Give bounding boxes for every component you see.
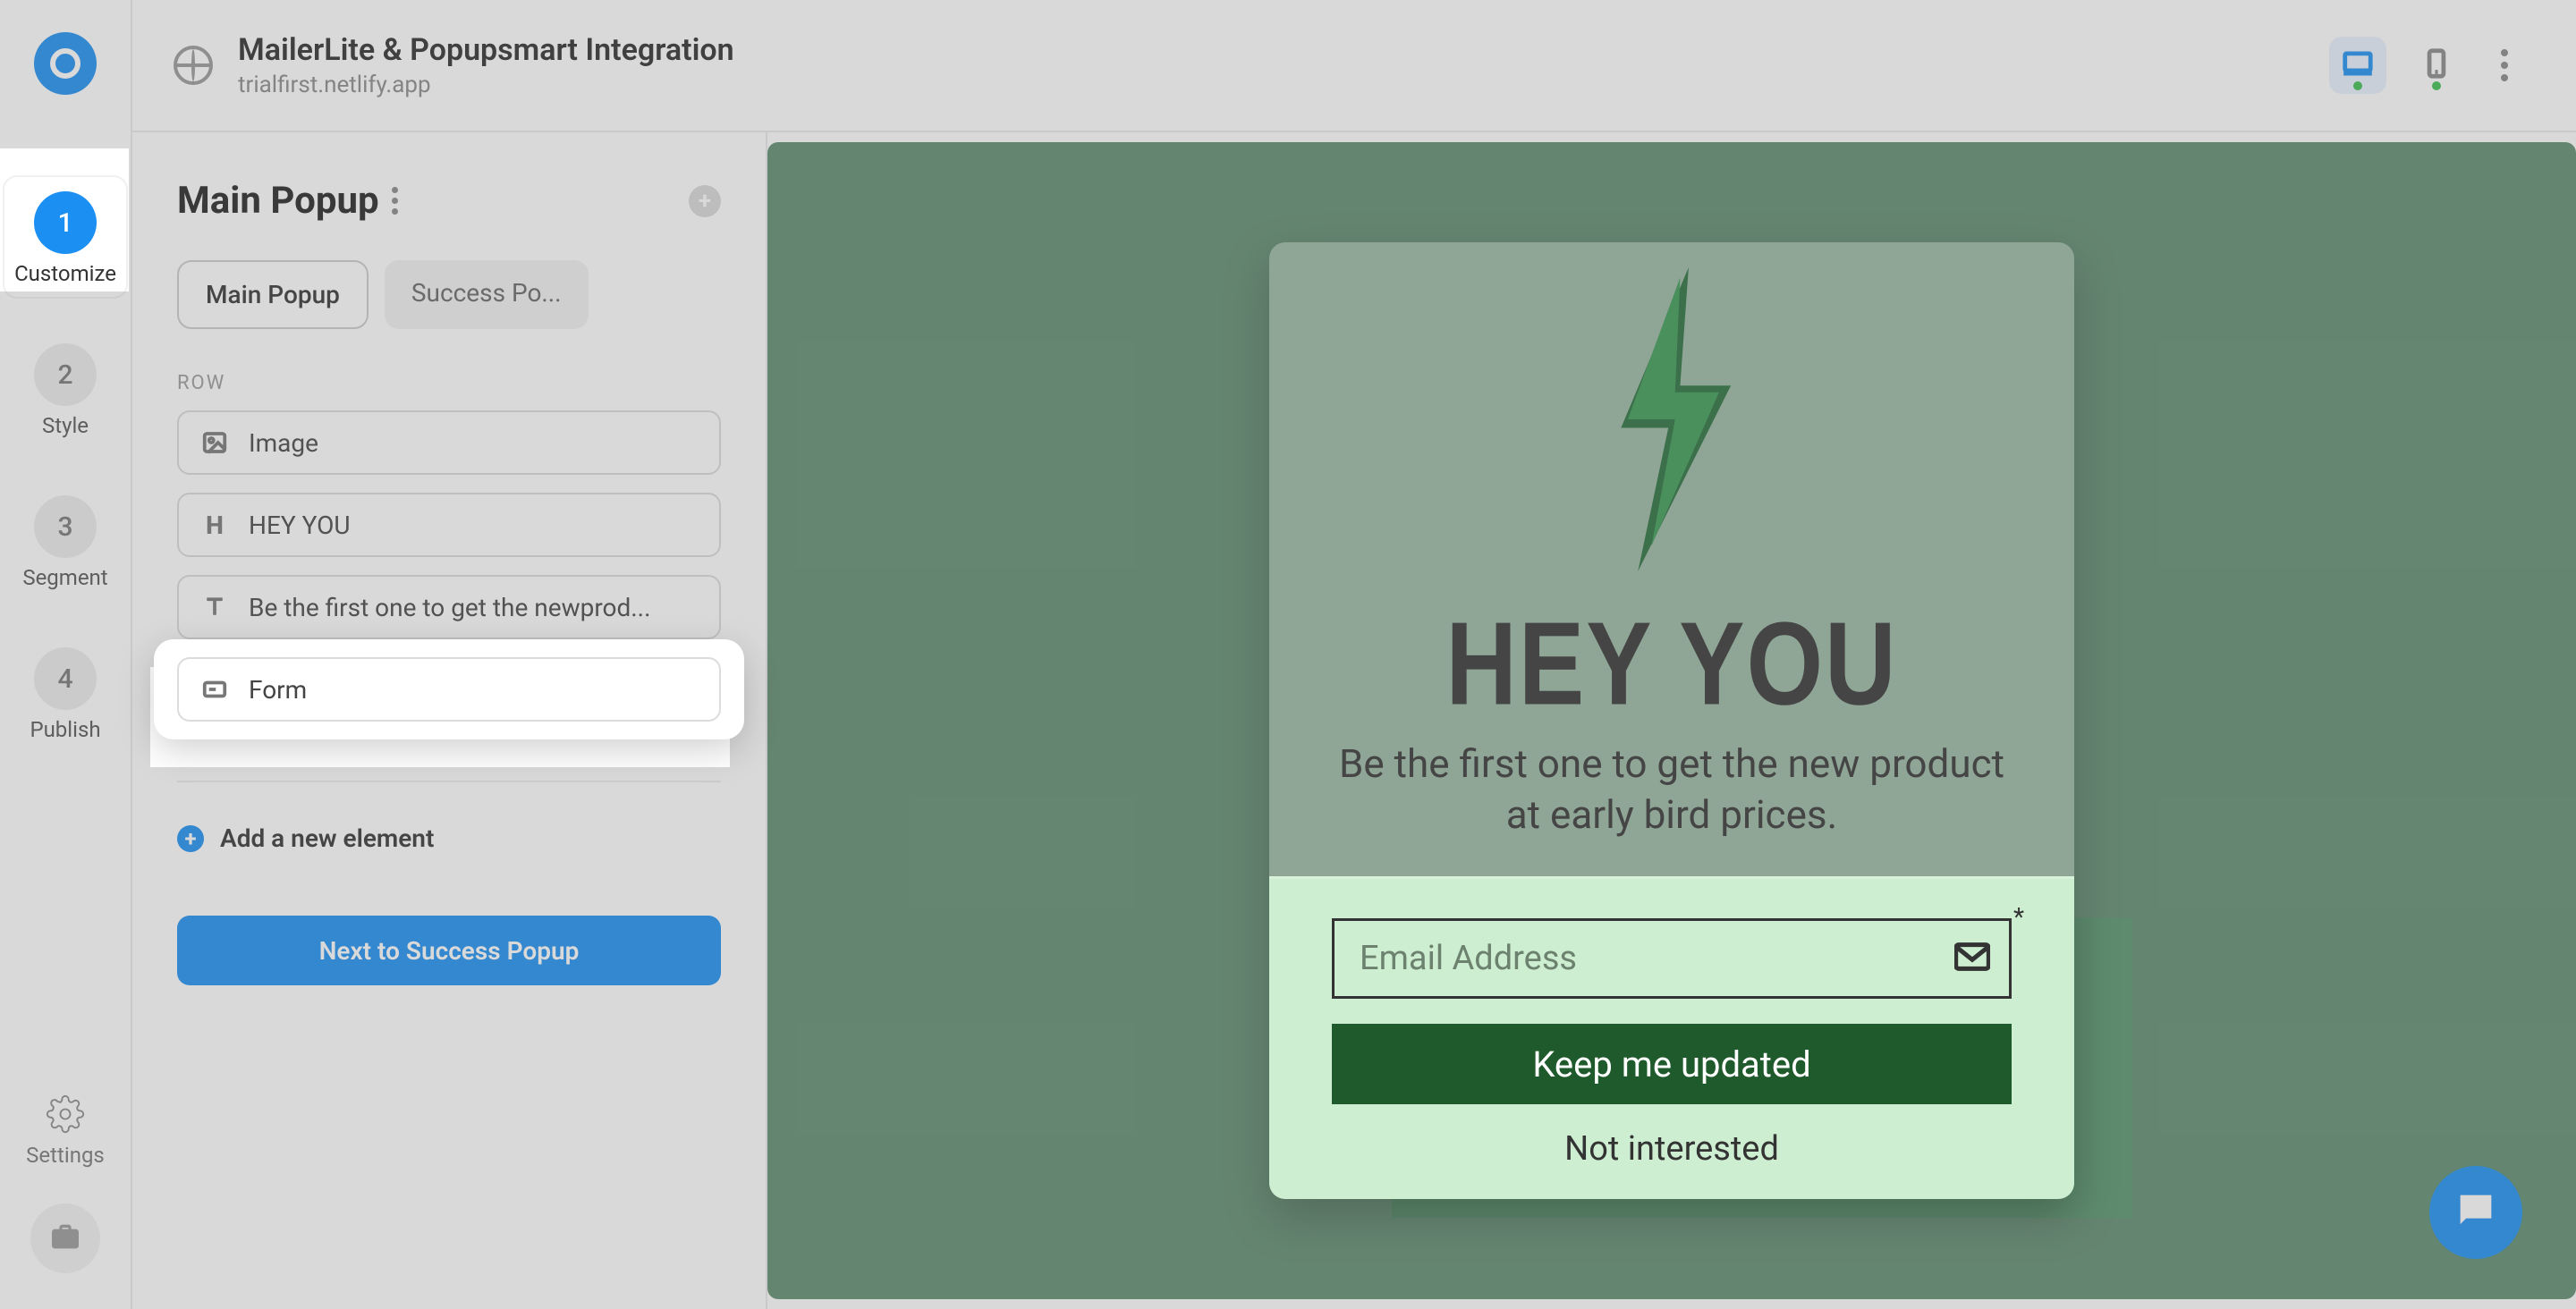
text-icon xyxy=(200,594,229,621)
row-item-form[interactable]: Form xyxy=(177,657,721,722)
device-mobile-button[interactable] xyxy=(2408,37,2465,94)
tab-main-popup[interactable]: Main Popup xyxy=(177,260,369,329)
image-icon xyxy=(200,429,229,456)
plus-icon: + xyxy=(177,825,204,852)
row-item-image[interactable]: Image xyxy=(177,410,721,475)
side-rail: 1 Customize 2 Style 3 Segment 4 Publish … xyxy=(0,0,132,1309)
gear-icon xyxy=(46,1120,85,1137)
popup-preview: HEY YOU Be the first one to get the new … xyxy=(1269,242,2074,1199)
chat-icon xyxy=(2453,1187,2499,1237)
row-item-label: Be the first one to get the newprod... xyxy=(249,593,650,622)
mail-icon xyxy=(1954,942,1990,975)
globe-icon xyxy=(174,46,213,85)
workspace-button[interactable] xyxy=(30,1203,100,1273)
step-label: Publish xyxy=(3,717,128,742)
chat-fab[interactable] xyxy=(2429,1166,2522,1259)
step-number: 2 xyxy=(34,343,97,406)
step-publish[interactable]: 4 Publish xyxy=(3,631,128,755)
form-icon xyxy=(200,676,229,703)
top-bar: MailerLite & Popupsmart Integration tria… xyxy=(132,0,2576,132)
step-label: Customize xyxy=(3,261,128,286)
page-title: MailerLite & Popupsmart Integration xyxy=(238,32,734,68)
more-menu-button[interactable] xyxy=(2487,49,2522,81)
email-field-wrap xyxy=(1332,918,2012,999)
add-new-element-button[interactable]: + Add a new element xyxy=(177,823,721,853)
step-number: 4 xyxy=(34,647,97,710)
row-item-heading[interactable]: H HEY YOU xyxy=(177,493,721,557)
step-number: 3 xyxy=(34,495,97,558)
editor-panel: Main Popup + Main Popup Success Po... RO… xyxy=(132,132,767,1309)
step-label: Segment xyxy=(3,565,128,590)
bolt-icon xyxy=(1587,267,1757,571)
add-new-label: Add a new element xyxy=(220,823,434,853)
add-popup-button[interactable]: + xyxy=(689,185,721,217)
row-item-text[interactable]: Be the first one to get the newprod... xyxy=(177,575,721,639)
briefcase-icon xyxy=(47,1219,83,1258)
step-segment[interactable]: 3 Segment xyxy=(3,479,128,603)
preview-stage: HEY YOU Be the first one to get the new … xyxy=(767,142,2576,1299)
row-section-label: ROW xyxy=(177,372,721,394)
laptop-icon xyxy=(2341,46,2375,84)
app-logo xyxy=(34,32,97,95)
popup-subheading: Be the first one to get the new product … xyxy=(1323,739,2021,840)
not-interested-link[interactable]: Not interested xyxy=(1332,1129,2012,1169)
page-subtitle: trialfirst.netlify.app xyxy=(238,72,734,98)
heading-icon: H xyxy=(200,511,229,540)
step-customize[interactable]: 1 Customize xyxy=(3,175,128,299)
logo-icon xyxy=(50,48,80,79)
submit-button[interactable]: Keep me updated xyxy=(1332,1024,2012,1104)
settings-button[interactable]: Settings xyxy=(26,1094,105,1168)
row-item-label: Form xyxy=(249,675,307,705)
row-item-label: Image xyxy=(249,428,318,458)
next-button[interactable]: Next to Success Popup xyxy=(177,916,721,985)
status-dot xyxy=(2432,81,2441,90)
settings-label: Settings xyxy=(26,1143,105,1168)
popup-heading: HEY YOU xyxy=(1323,595,2021,731)
tab-success-popup[interactable]: Success Po... xyxy=(385,260,589,329)
panel-title-text: Main Popup xyxy=(177,179,379,223)
canvas: HEY YOU Be the first one to get the new … xyxy=(767,132,2576,1309)
panel-title: Main Popup xyxy=(177,179,398,223)
phone-icon xyxy=(2419,46,2453,84)
row-item-label: HEY YOU xyxy=(249,511,351,540)
step-label: Style xyxy=(3,413,128,438)
device-desktop-button[interactable] xyxy=(2329,37,2386,94)
panel-more-icon[interactable] xyxy=(392,187,398,215)
divider xyxy=(177,781,721,782)
email-input[interactable] xyxy=(1332,918,2012,999)
status-dot xyxy=(2353,81,2362,90)
step-style[interactable]: 2 Style xyxy=(3,327,128,451)
popup-form-area: Keep me updated Not interested xyxy=(1269,876,2074,1199)
step-number: 1 xyxy=(34,191,97,254)
